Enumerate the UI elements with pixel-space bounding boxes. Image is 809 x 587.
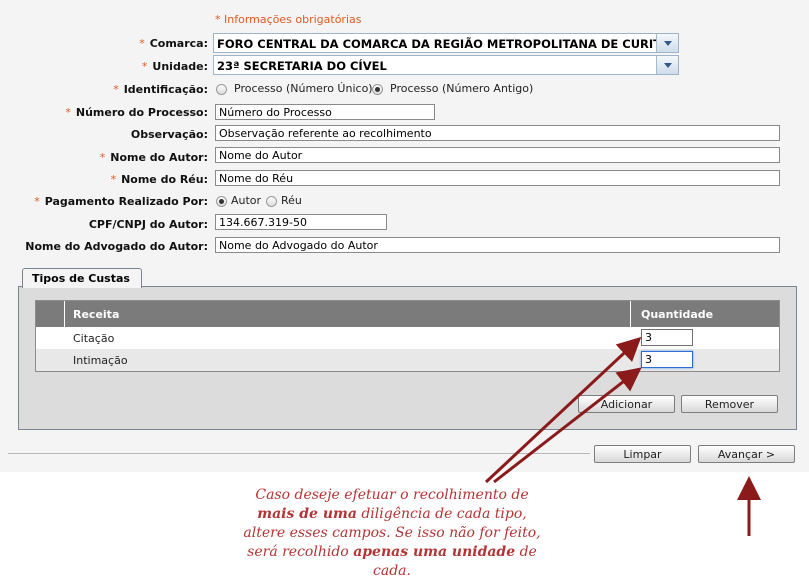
arrow-to-citacao-icon [484, 336, 642, 484]
arrow-to-intimacao-icon [493, 367, 642, 484]
tab-tipos-de-custas[interactable]: Tipos de Custas [22, 268, 142, 288]
annotation-text: Caso deseje efetuar o recolhimento de mai… [243, 487, 541, 579]
